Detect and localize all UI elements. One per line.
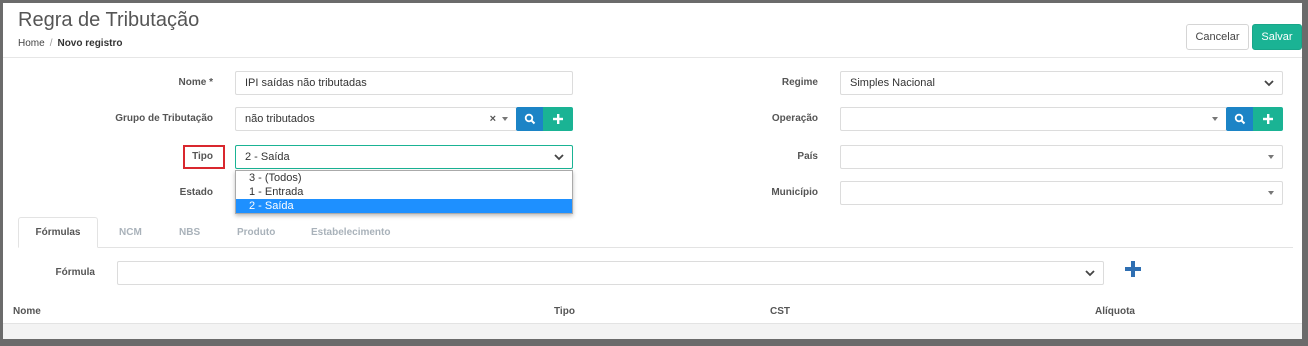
cancel-button[interactable]: Cancelar (1186, 24, 1249, 50)
column-header-nome[interactable]: Nome (13, 306, 41, 317)
tab-ncm[interactable]: NCM (119, 217, 142, 248)
table-empty-row (3, 324, 1302, 339)
caret-down-icon (1268, 155, 1274, 159)
tipo-dropdown-list: 3 - (Todos) 1 - Entrada 2 - Saída (235, 170, 573, 214)
operacao-add-button[interactable] (1253, 107, 1283, 131)
tab-produto[interactable]: Produto (237, 217, 275, 248)
plus-icon (1125, 261, 1141, 277)
tab-formulas[interactable]: Fórmulas (18, 217, 98, 248)
regime-value: Simples Nacional (850, 77, 935, 89)
caret-down-icon (502, 117, 508, 121)
app-window: Regra de Tributação Home / Novo registro C… (3, 3, 1302, 339)
tipo-option-todos[interactable]: 3 - (Todos) (236, 171, 572, 185)
pais-label: País (797, 151, 818, 162)
grupo-add-button[interactable] (543, 107, 573, 131)
breadcrumb-separator: / (49, 38, 53, 49)
regime-label: Regime (781, 77, 818, 88)
pais-select[interactable] (840, 145, 1283, 169)
operacao-label: Operação (771, 113, 818, 124)
tipo-label: Tipo (192, 151, 213, 162)
formula-select[interactable] (117, 261, 1104, 285)
grupo-search-button[interactable] (516, 107, 543, 131)
grupo-tributacao-label: Grupo de Tributação (115, 113, 213, 124)
caret-down-icon (1212, 117, 1218, 121)
breadcrumb-home-link[interactable]: Home (18, 38, 45, 49)
regime-select[interactable]: Simples Nacional (840, 71, 1283, 95)
save-button[interactable]: Salvar (1252, 24, 1302, 50)
search-icon (1234, 113, 1245, 125)
tipo-option-saida[interactable]: 2 - Saída (236, 199, 572, 213)
tipo-option-entrada[interactable]: 1 - Entrada (236, 185, 572, 199)
grupo-tributacao-value: não tributados (245, 113, 315, 125)
operacao-select[interactable] (840, 107, 1227, 131)
municipio-label: Município (771, 187, 818, 198)
column-header-tipo[interactable]: Tipo (554, 306, 575, 317)
operacao-search-button[interactable] (1226, 107, 1253, 131)
nome-label: Nome * (178, 77, 213, 88)
tipo-value: 2 - Saída (245, 151, 290, 163)
plus-icon (553, 114, 563, 124)
table-header: Nome Tipo CST Alíquota (3, 299, 1302, 324)
estado-label: Estado (179, 187, 213, 198)
tab-estabelecimento[interactable]: Estabelecimento (311, 217, 390, 248)
chevron-down-icon (1264, 80, 1274, 87)
grupo-tributacao-select[interactable]: não tributados × (235, 107, 517, 131)
nome-value: IPI saídas não tributadas (245, 77, 367, 89)
close-icon[interactable]: × (490, 113, 496, 125)
tipo-select[interactable]: 2 - Saída (235, 145, 573, 169)
page-title: Regra de Tributação (18, 9, 200, 31)
search-icon (524, 113, 535, 125)
nome-field[interactable]: IPI saídas não tributadas (235, 71, 573, 95)
municipio-select[interactable] (840, 181, 1283, 205)
chevron-down-icon (1085, 270, 1095, 277)
tab-bar: Fórmulas NCM NBS Produto Estabelecimento (18, 217, 1293, 248)
breadcrumb-current: Novo registro (57, 38, 123, 49)
page-header: Regra de Tributação Home / Novo registro C… (3, 3, 1302, 58)
plus-icon (1263, 114, 1273, 124)
breadcrumb: Home / Novo registro (18, 38, 122, 49)
add-formula-button[interactable] (1125, 258, 1141, 282)
chevron-down-icon (554, 154, 564, 161)
formula-label: Fórmula (55, 267, 95, 278)
column-header-aliquota[interactable]: Alíquota (1095, 306, 1135, 317)
caret-down-icon (1268, 191, 1274, 195)
tab-nbs[interactable]: NBS (179, 217, 200, 248)
column-header-cst[interactable]: CST (770, 306, 790, 317)
